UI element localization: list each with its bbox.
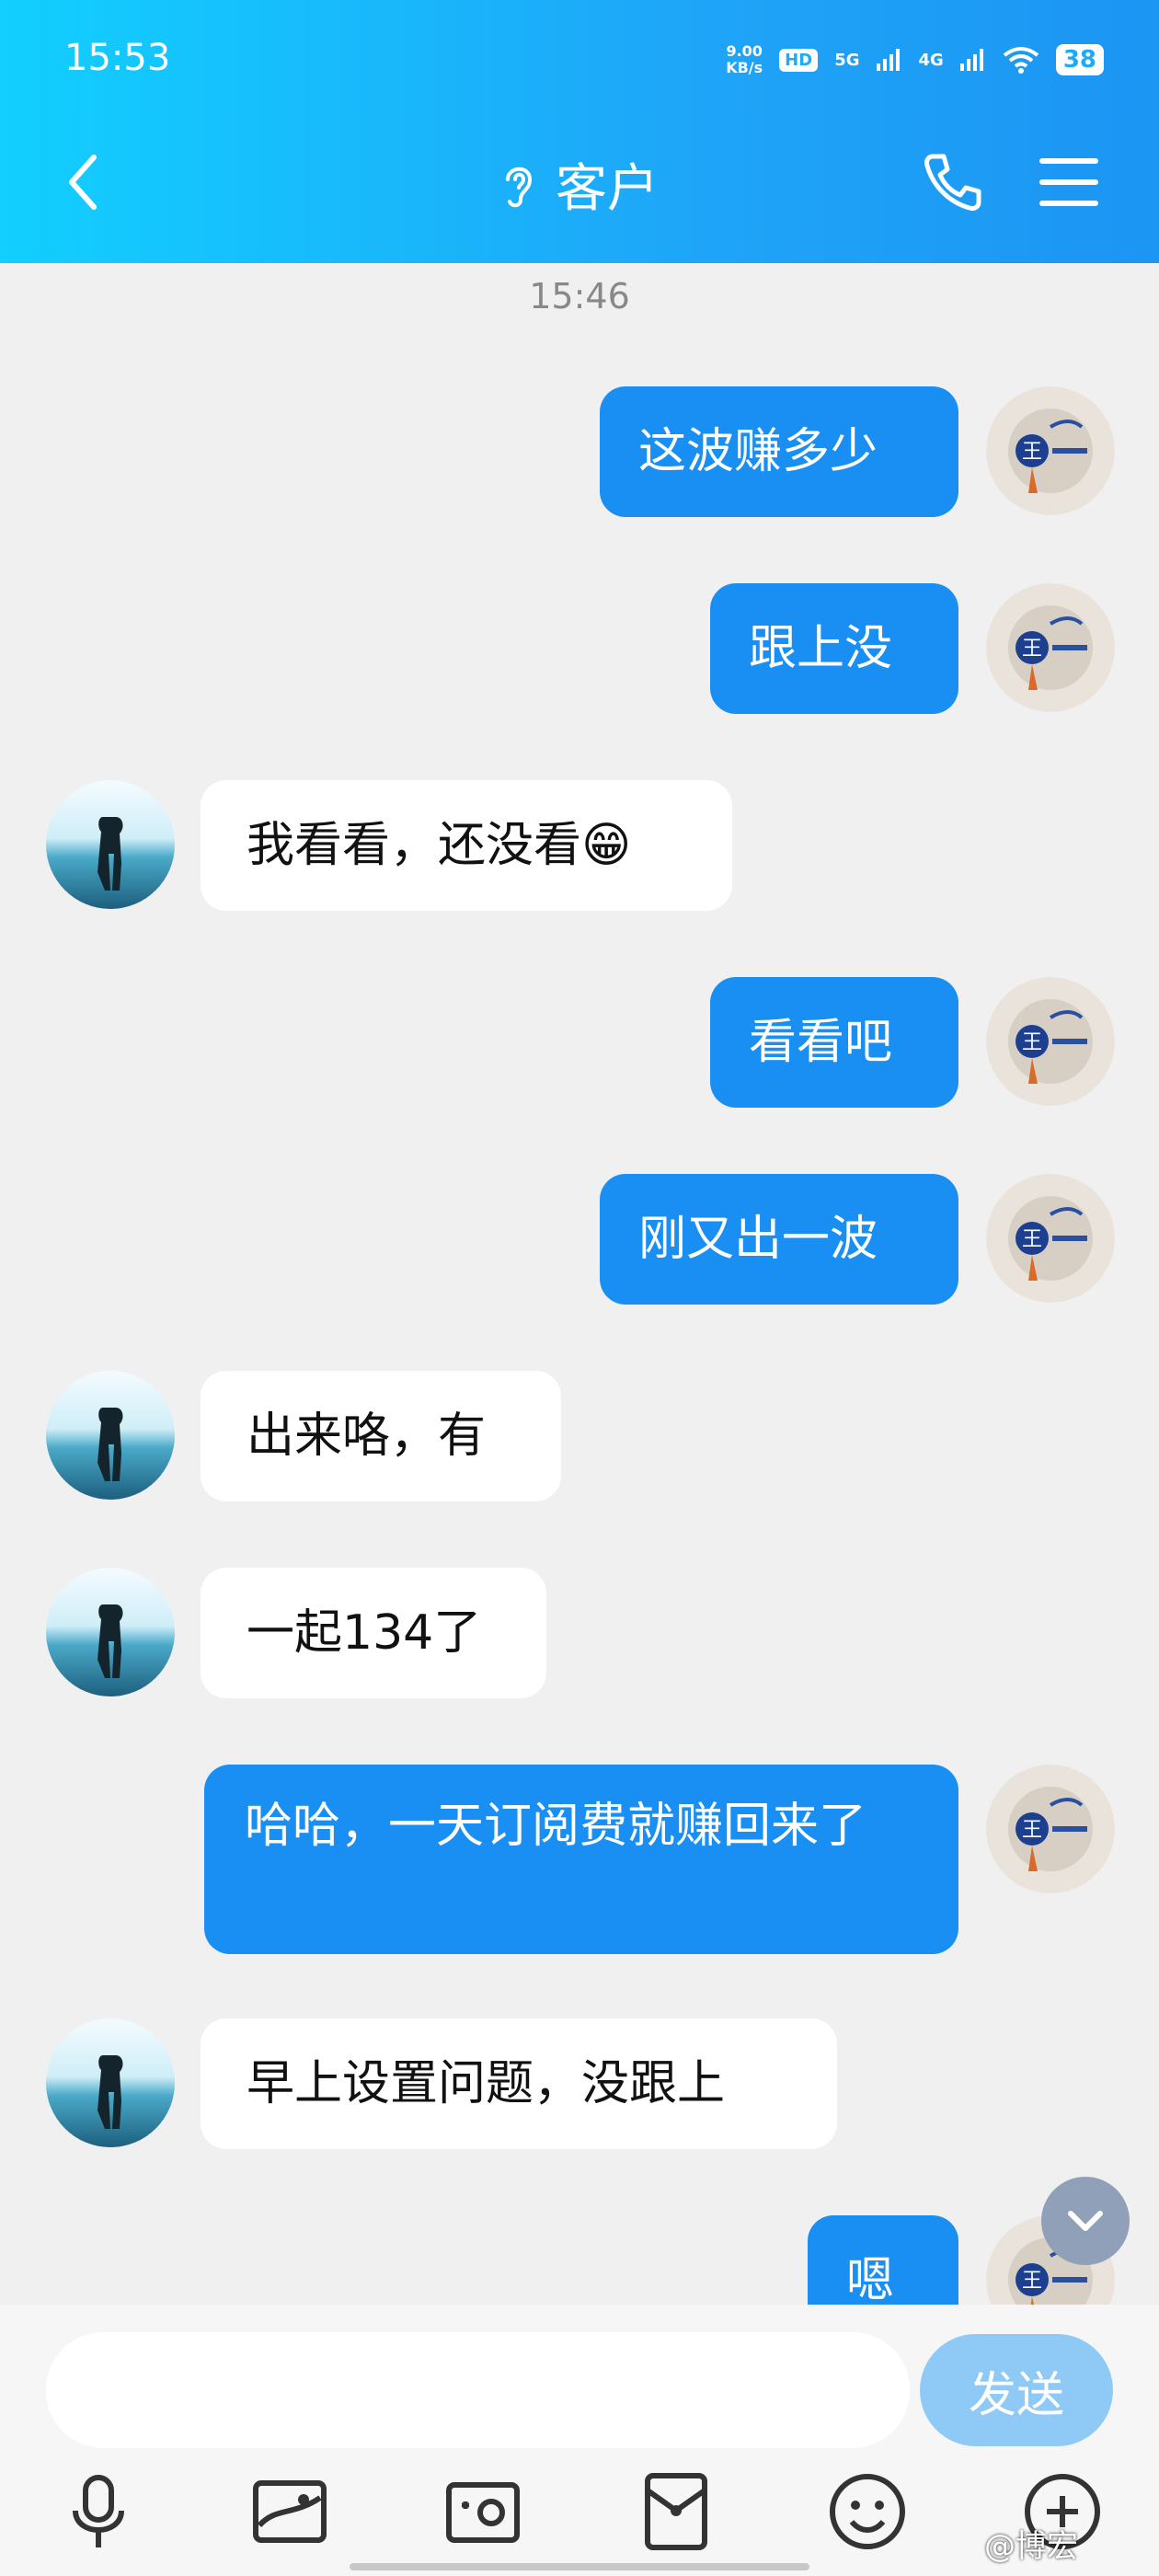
home-indicator[interactable] <box>350 2563 809 2570</box>
watermark-text: @博宏 <box>984 2528 1078 2565</box>
message-text: 一起134了 <box>247 1605 482 1661</box>
page-title: 客户 <box>556 159 659 219</box>
microphone-icon[interactable] <box>57 2470 140 2553</box>
chat-header: 15:53 9.00 KB/s HD 5G 4G 38 客户 <box>0 0 1159 263</box>
message-text: 嗯 <box>846 2253 895 2308</box>
message-text: 看看吧 <box>749 1015 893 1070</box>
avatar-contact[interactable] <box>46 1371 175 1500</box>
network-speed: 9.00 KB/s <box>726 42 763 76</box>
message-bubble-outgoing[interactable]: 哈哈，一天订阅费就赚回来了 <box>204 1765 958 1954</box>
hd-badge: HD <box>779 48 819 72</box>
avatar-self[interactable]: 王 <box>986 1174 1115 1303</box>
status-time: 15:53 <box>64 37 171 79</box>
avatar-self[interactable]: 王 <box>986 977 1115 1106</box>
menu-icon[interactable] <box>1039 156 1098 208</box>
avatar-self[interactable]: 王 <box>986 583 1115 712</box>
svg-text:王: 王 <box>1022 441 1042 464</box>
message-text: 刚又出一波 <box>638 1212 878 1267</box>
signal-4g-label: 4G <box>918 50 944 70</box>
message-bubble-outgoing[interactable]: 看看吧 <box>710 977 958 1108</box>
message-input[interactable] <box>46 2332 910 2448</box>
title-group: 客户 <box>500 147 659 222</box>
signal-bars-icon <box>959 49 983 71</box>
signal-5g-label: 5G <box>834 50 860 70</box>
wifi-icon <box>1003 47 1039 74</box>
message-bubble-incoming[interactable]: 早上设置问题，没跟上 <box>201 2018 837 2149</box>
svg-text:王: 王 <box>1022 2270 1042 2293</box>
message-text: 早上设置问题，没跟上 <box>247 2056 726 2111</box>
svg-text:王: 王 <box>1022 1228 1042 1251</box>
message-text: 跟上没 <box>749 621 893 676</box>
svg-text:王: 王 <box>1022 1819 1042 1842</box>
message-bubble-incoming[interactable]: 出来咯，有 <box>201 1371 561 1501</box>
avatar-contact[interactable] <box>46 1568 175 1696</box>
camera-icon[interactable] <box>442 2470 524 2553</box>
message-bubble-outgoing[interactable]: 这波赚多少 <box>600 386 958 517</box>
emoji-icon[interactable] <box>826 2470 909 2553</box>
scroll-to-bottom-button[interactable] <box>1041 2177 1130 2265</box>
avatar-contact[interactable] <box>46 780 175 909</box>
image-icon[interactable] <box>248 2470 331 2553</box>
phone-icon[interactable] <box>920 149 986 215</box>
signal-bars-icon <box>876 49 900 71</box>
avatar-self[interactable]: 王 <box>986 1765 1115 1893</box>
ear-icon <box>506 167 533 207</box>
message-bubble-incoming[interactable]: 一起134了 <box>201 1568 546 1698</box>
svg-text:王: 王 <box>1022 638 1042 661</box>
message-text: 出来咯，有 <box>247 1409 487 1464</box>
message-text: 我看看，还没看😁 <box>247 818 632 873</box>
avatar-contact[interactable] <box>46 2018 175 2147</box>
svg-text:王: 王 <box>1022 1031 1042 1054</box>
status-icons: 9.00 KB/s HD 5G 4G 38 <box>726 37 1104 83</box>
chevron-down-icon <box>1068 2211 1103 2231</box>
message-text: 哈哈，一天订阅费就赚回来了 <box>245 1799 867 1854</box>
red-packet-icon[interactable] <box>635 2470 717 2553</box>
message-timestamp: 15:46 <box>529 276 630 316</box>
message-bubble-outgoing[interactable]: 刚又出一波 <box>600 1174 958 1305</box>
send-button[interactable]: 发送 <box>920 2334 1113 2446</box>
message-text: 这波赚多少 <box>638 424 878 479</box>
battery-indicator: 38 <box>1055 44 1104 75</box>
message-bubble-outgoing[interactable]: 跟上没 <box>710 583 958 714</box>
message-bubble-incoming[interactable]: 我看看，还没看😁 <box>201 780 732 911</box>
avatar-self[interactable]: 王 <box>986 386 1115 515</box>
